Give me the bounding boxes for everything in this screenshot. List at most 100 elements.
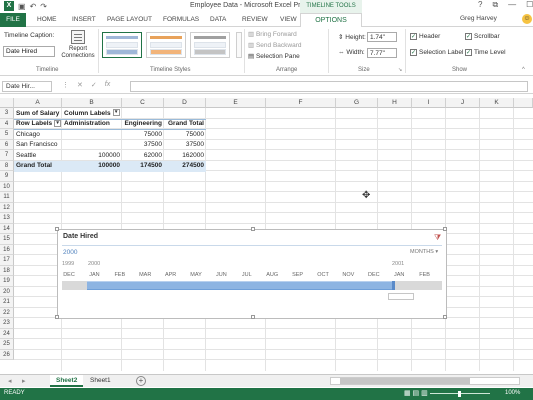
- row-header[interactable]: 13: [0, 213, 14, 224]
- ribbon-display-icon[interactable]: ⧉: [492, 0, 498, 10]
- redo-icon[interactable]: ↷: [40, 2, 47, 11]
- pivot-cell[interactable]: 100000: [62, 151, 122, 162]
- horizontal-scroll-thumb[interactable]: [340, 378, 470, 384]
- pivot-grand-total-cell[interactable]: 174500: [122, 161, 164, 172]
- row-header[interactable]: 25: [0, 339, 14, 350]
- pivot-row-label[interactable]: San Francisco: [14, 140, 62, 151]
- resize-handle[interactable]: [55, 227, 59, 231]
- timeline-caption-input[interactable]: [3, 46, 55, 57]
- formula-input[interactable]: [130, 81, 528, 92]
- resize-handle[interactable]: [55, 315, 59, 319]
- row-header[interactable]: 8: [0, 160, 14, 171]
- tab-file[interactable]: FILE: [0, 13, 26, 27]
- zoom-level[interactable]: 100%: [505, 390, 520, 396]
- row-header[interactable]: 18: [0, 265, 14, 276]
- pivot-row-label[interactable]: Seattle: [14, 151, 62, 162]
- maximize-icon[interactable]: ☐: [526, 0, 533, 10]
- name-box[interactable]: Date Hir...: [2, 81, 52, 92]
- enter-icon[interactable]: ✓: [91, 81, 97, 89]
- column-header-d[interactable]: D: [164, 98, 206, 108]
- cancel-icon[interactable]: ✕: [77, 81, 83, 89]
- filter-dropdown-icon[interactable]: ▾: [112, 109, 120, 117]
- tab-view[interactable]: VIEW: [280, 14, 297, 26]
- bring-forward-button[interactable]: ▥ Bring Forward: [248, 30, 297, 38]
- row-header[interactable]: 16: [0, 244, 14, 255]
- resize-handle[interactable]: [251, 315, 255, 319]
- row-header[interactable]: 26: [0, 349, 14, 360]
- pivot-cell[interactable]: [62, 130, 122, 141]
- column-header-l[interactable]: [514, 98, 533, 108]
- clear-filter-icon[interactable]: ⧩: [434, 233, 443, 242]
- month-label[interactable]: JAN: [387, 272, 411, 278]
- help-icon[interactable]: ?: [478, 0, 482, 10]
- tab-formulas[interactable]: FORMULAS: [163, 14, 199, 26]
- pivot-grand-total-cell[interactable]: 274500: [164, 161, 206, 172]
- scroll-right-icon[interactable]: ▸: [22, 377, 26, 385]
- month-label[interactable]: JUN: [209, 272, 233, 278]
- month-label[interactable]: AUG: [260, 272, 284, 278]
- selection-pane-button[interactable]: ▤ Selection Pane: [248, 52, 300, 60]
- month-label[interactable]: FEB: [108, 272, 132, 278]
- column-header-c[interactable]: C: [122, 98, 164, 108]
- column-header-k[interactable]: K: [480, 98, 514, 108]
- resize-handle[interactable]: [251, 227, 255, 231]
- pivot-cell[interactable]: 162000: [164, 151, 206, 162]
- column-header-b[interactable]: B: [62, 98, 122, 108]
- column-header-a[interactable]: A: [14, 98, 62, 108]
- row-header[interactable]: 24: [0, 328, 14, 339]
- scrollbar-checkbox[interactable]: ✓ Scrollbar: [465, 33, 500, 40]
- month-label[interactable]: APR: [159, 272, 183, 278]
- row-header[interactable]: 14: [0, 223, 14, 234]
- column-header-e[interactable]: E: [206, 98, 266, 108]
- pivot-cell[interactable]: 37500: [164, 140, 206, 151]
- pivot-grand-total-label[interactable]: Grand Total: [14, 161, 62, 172]
- row-header[interactable]: 23: [0, 318, 14, 329]
- pivot-cell[interactable]: 75000: [164, 130, 206, 141]
- month-label[interactable]: OCT: [311, 272, 335, 278]
- zoom-knob[interactable]: [458, 391, 461, 397]
- pivot-value-field[interactable]: Sum of Salary: [14, 109, 62, 120]
- row-header[interactable]: 20: [0, 286, 14, 297]
- tab-insert[interactable]: INSERT: [72, 14, 96, 26]
- tab-page-layout[interactable]: PAGE LAYOUT: [107, 14, 152, 26]
- row-header[interactable]: 3: [0, 108, 14, 119]
- month-label[interactable]: FEB: [413, 272, 437, 278]
- timeline-slicer[interactable]: Date Hired ⧩ 2000 MONTHS ▾ 1999 2000 200…: [55, 227, 447, 319]
- row-header[interactable]: 22: [0, 307, 14, 318]
- feedback-smiley-icon[interactable]: ☺: [522, 14, 532, 24]
- pivot-column-labels[interactable]: Column Labels ▾: [62, 109, 122, 120]
- column-header-h[interactable]: H: [378, 98, 412, 108]
- sheet-tab-sheet2[interactable]: Sheet2: [50, 375, 84, 387]
- undo-icon[interactable]: ↶: [30, 2, 37, 11]
- styles-gallery-scroll[interactable]: [236, 32, 242, 58]
- column-header-f[interactable]: F: [266, 98, 336, 108]
- resize-handle[interactable]: [443, 315, 447, 319]
- month-label[interactable]: DEC: [362, 272, 386, 278]
- row-header[interactable]: 7: [0, 150, 14, 161]
- pivot-cell[interactable]: 75000: [122, 130, 164, 141]
- tab-data[interactable]: DATA: [210, 14, 226, 26]
- timeline-style-2[interactable]: [146, 32, 186, 58]
- pivot-row-labels[interactable]: Row Labels ▾: [14, 119, 62, 130]
- collapse-ribbon-icon[interactable]: ^: [522, 67, 525, 73]
- width-input[interactable]: 7.77": [367, 48, 397, 58]
- timeline-scrollbar[interactable]: [388, 293, 414, 300]
- row-header[interactable]: 11: [0, 192, 14, 203]
- row-header[interactable]: 12: [0, 202, 14, 213]
- height-input[interactable]: 1.74": [367, 32, 397, 42]
- report-connections-button[interactable]: Report Connections: [60, 30, 96, 60]
- row-header[interactable]: 17: [0, 255, 14, 266]
- row-header[interactable]: 15: [0, 234, 14, 245]
- month-label[interactable]: DEC: [57, 272, 81, 278]
- page-layout-icons[interactable]: ▦ ▤ ▥: [404, 389, 428, 397]
- pivot-col-header-grand-total[interactable]: Grand Total: [164, 119, 206, 130]
- row-header[interactable]: 10: [0, 181, 14, 192]
- send-backward-button[interactable]: ▥ Send Backward: [248, 41, 301, 49]
- pivot-cell[interactable]: 62000: [122, 151, 164, 162]
- tab-home[interactable]: HOME: [37, 14, 57, 26]
- row-header[interactable]: 6: [0, 139, 14, 150]
- time-level-dropdown[interactable]: MONTHS ▾: [410, 249, 438, 255]
- column-header-i[interactable]: I: [412, 98, 446, 108]
- size-dialog-launcher-icon[interactable]: ↘: [398, 67, 402, 73]
- pivot-col-header-administration[interactable]: Administration: [62, 119, 122, 130]
